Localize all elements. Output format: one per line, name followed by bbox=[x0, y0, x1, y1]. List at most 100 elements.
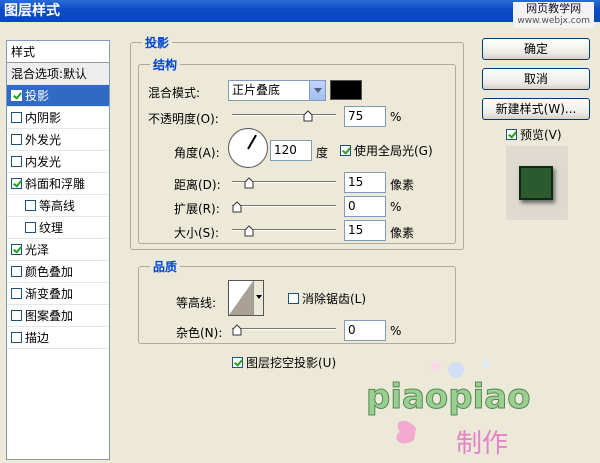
size-slider[interactable] bbox=[232, 223, 336, 237]
styles-list-item-label: 图案叠加 bbox=[25, 309, 74, 323]
watermark-url: www.webjx.com bbox=[517, 16, 590, 26]
styles-list-item[interactable]: 图案叠加 bbox=[7, 305, 109, 327]
contour-curve-icon bbox=[229, 281, 253, 315]
new-style-button[interactable]: 新建样式(W)... bbox=[482, 98, 590, 120]
angle-label: 角度(A): bbox=[174, 146, 220, 160]
styles-list-item[interactable]: 描边 bbox=[7, 327, 109, 349]
size-unit: 像素 bbox=[390, 226, 415, 240]
preview-checkbox[interactable]: 预览(V) bbox=[506, 126, 562, 143]
antialias-checkbox[interactable]: 消除锯齿(L) bbox=[288, 290, 366, 307]
styles-list-item-label: 等高线 bbox=[39, 199, 76, 213]
spread-slider-thumb[interactable] bbox=[232, 201, 242, 213]
chevron-down-icon[interactable] bbox=[253, 281, 263, 315]
angle-input[interactable]: 120 bbox=[270, 140, 312, 161]
antialias-check-icon bbox=[288, 293, 299, 304]
contour-picker[interactable] bbox=[228, 280, 264, 316]
styles-list-item-label: 渐变叠加 bbox=[25, 287, 74, 301]
distance-input[interactable]: 15 bbox=[344, 172, 386, 193]
spread-input[interactable]: 0 bbox=[344, 196, 386, 217]
style-checkbox-icon[interactable] bbox=[11, 288, 22, 299]
styles-list-item-label: 内发光 bbox=[25, 155, 62, 169]
angle-unit: 度 bbox=[316, 146, 329, 160]
distance-label: 距离(D): bbox=[174, 178, 221, 192]
opacity-slider[interactable] bbox=[232, 108, 336, 122]
styles-list-item[interactable]: 内阴影 bbox=[7, 107, 109, 129]
style-checkbox-icon[interactable] bbox=[11, 266, 22, 277]
style-checkbox-icon[interactable] bbox=[25, 222, 36, 233]
ok-button[interactable]: 确定 bbox=[482, 38, 590, 60]
styles-list-item[interactable]: 外发光 bbox=[7, 129, 109, 151]
opacity-slider-thumb[interactable] bbox=[303, 110, 313, 122]
distance-unit: 像素 bbox=[390, 178, 415, 192]
noise-slider-thumb[interactable] bbox=[232, 324, 242, 336]
blend-mode-select[interactable]: 正片叠底 bbox=[228, 80, 326, 101]
style-checkbox-icon[interactable] bbox=[25, 200, 36, 211]
noise-slider[interactable] bbox=[232, 322, 336, 336]
signature-decoration: piaopiao 制作 bbox=[356, 360, 576, 463]
signature-name: piaopiao bbox=[366, 377, 531, 417]
styles-list-item[interactable]: 渐变叠加 bbox=[7, 283, 109, 305]
distance-slider-thumb[interactable] bbox=[244, 177, 254, 189]
drop-shadow-title: 投影 bbox=[142, 34, 173, 51]
watermark-site: 网页教学网 bbox=[526, 2, 582, 15]
opacity-unit: % bbox=[390, 110, 402, 124]
angle-dial-hand bbox=[247, 134, 257, 150]
styles-list-item-label: 光泽 bbox=[25, 243, 50, 257]
contour-label: 等高线: bbox=[176, 296, 217, 310]
opacity-input[interactable]: 75 bbox=[344, 106, 386, 127]
spread-unit: % bbox=[390, 200, 402, 214]
preview-label: 预览(V) bbox=[520, 128, 562, 142]
preview-swatch bbox=[519, 166, 553, 200]
styles-list-item-label: 纹理 bbox=[39, 221, 64, 235]
style-checkbox-icon[interactable] bbox=[11, 178, 22, 189]
blend-mode-value: 正片叠底 bbox=[232, 83, 281, 97]
size-input[interactable]: 15 bbox=[344, 220, 386, 241]
window-title: 图层样式 bbox=[0, 0, 600, 22]
styles-list-item[interactable]: 等高线 bbox=[7, 195, 109, 217]
global-light-checkbox[interactable]: 使用全局光(G) bbox=[340, 142, 433, 159]
styles-list-item[interactable]: 颜色叠加 bbox=[7, 261, 109, 283]
size-slider-thumb[interactable] bbox=[244, 225, 254, 237]
cancel-button[interactable]: 取消 bbox=[482, 68, 590, 90]
preview-check-icon bbox=[506, 129, 517, 140]
style-checkbox-icon[interactable] bbox=[11, 112, 22, 123]
global-light-check-icon bbox=[340, 145, 351, 156]
styles-list-item[interactable]: 光泽 bbox=[7, 239, 109, 261]
noise-input[interactable]: 0 bbox=[344, 320, 386, 341]
styles-list-item[interactable]: 混合选项:默认 bbox=[7, 63, 109, 85]
distance-slider[interactable] bbox=[232, 175, 336, 189]
styles-list-item-label: 颜色叠加 bbox=[25, 265, 74, 279]
layer-knockout-label: 图层挖空投影(U) bbox=[246, 356, 337, 370]
angle-dial[interactable] bbox=[228, 128, 268, 168]
structure-title: 结构 bbox=[150, 56, 181, 73]
global-light-label: 使用全局光(G) bbox=[354, 144, 433, 158]
styles-list-item-label: 投影 bbox=[25, 89, 50, 103]
styles-list-item[interactable]: 斜面和浮雕 bbox=[7, 173, 109, 195]
styles-list-item[interactable]: 纹理 bbox=[7, 217, 109, 239]
noise-label: 杂色(N): bbox=[176, 326, 223, 340]
butterfly-icon bbox=[396, 420, 416, 444]
style-checkbox-icon[interactable] bbox=[11, 134, 22, 145]
spread-slider[interactable] bbox=[232, 199, 336, 213]
spread-label: 扩展(R): bbox=[174, 202, 220, 216]
styles-list-item-label: 斜面和浮雕 bbox=[25, 177, 86, 191]
style-checkbox-icon[interactable] bbox=[11, 90, 22, 101]
style-checkbox-icon[interactable] bbox=[11, 244, 22, 255]
style-preview bbox=[506, 146, 568, 220]
styles-list-item-label: 内阴影 bbox=[25, 111, 62, 125]
layer-knockout-checkbox[interactable]: 图层挖空投影(U) bbox=[232, 354, 336, 371]
styles-list-header: 样式 bbox=[7, 41, 109, 63]
size-label: 大小(S): bbox=[174, 226, 220, 240]
styles-list-item[interactable]: 投影 bbox=[7, 85, 109, 107]
blend-mode-label: 混合模式: bbox=[148, 86, 201, 100]
styles-list-item[interactable]: 内发光 bbox=[7, 151, 109, 173]
shadow-color-swatch[interactable] bbox=[330, 80, 362, 100]
site-watermark: 网页教学网 www.webjx.com bbox=[513, 2, 594, 28]
style-checkbox-icon[interactable] bbox=[11, 332, 22, 343]
style-checkbox-icon[interactable] bbox=[11, 156, 22, 167]
style-checkbox-icon[interactable] bbox=[11, 310, 22, 321]
styles-list: 样式 混合选项:默认投影内阴影外发光内发光斜面和浮雕等高线纹理光泽颜色叠加渐变叠… bbox=[6, 40, 110, 460]
layer-knockout-check-icon bbox=[232, 357, 243, 368]
antialias-label: 消除锯齿(L) bbox=[302, 292, 367, 306]
quality-title: 品质 bbox=[150, 258, 181, 275]
